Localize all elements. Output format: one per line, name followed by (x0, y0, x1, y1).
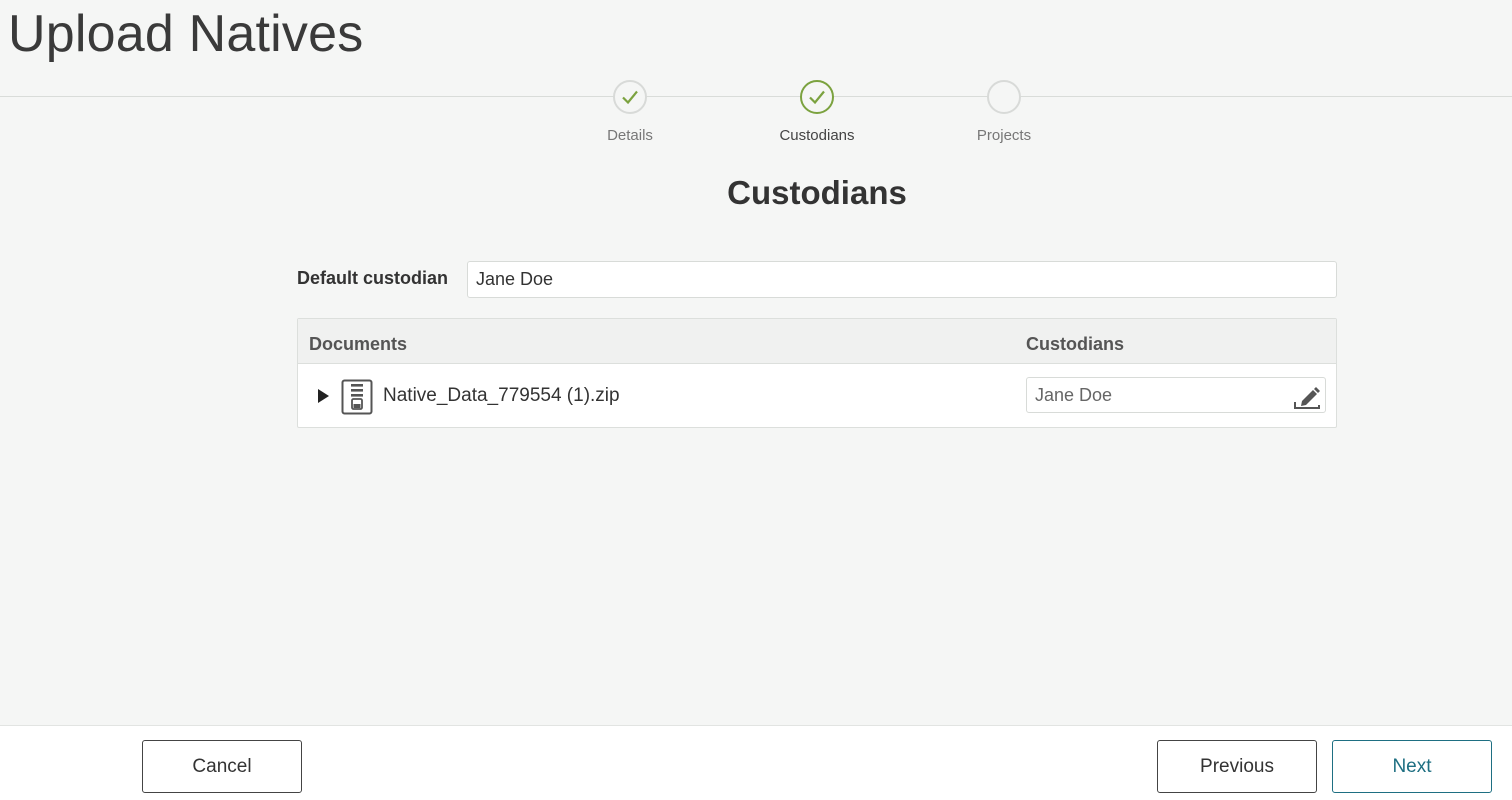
table-row: Native_Data_779554 (1).zip (298, 364, 1336, 427)
previous-button[interactable]: Previous (1157, 740, 1317, 793)
step-custodians-label: Custodians (779, 127, 855, 144)
wizard-stepper: Details Custodians Projects (0, 80, 1512, 150)
cancel-button[interactable]: Cancel (142, 740, 302, 793)
pencil-edit-icon[interactable] (1293, 382, 1321, 410)
zip-file-icon (341, 379, 373, 415)
step-projects-circle (987, 80, 1021, 114)
step-projects-label: Projects (976, 127, 1032, 144)
custodians-column-header: Custodians (1026, 334, 1125, 354)
section-title: Custodians (727, 174, 907, 211)
file-name: Native_Data_779554 (1).zip (383, 385, 620, 406)
step-custodians: Custodians (757, 80, 877, 144)
step-custodians-circle (800, 80, 834, 114)
page-title: Upload Natives (8, 5, 364, 63)
row-custodian-field (1026, 377, 1326, 413)
next-button[interactable]: Next (1332, 740, 1492, 793)
upload-natives-page: Upload Natives Details Custodians Projec… (0, 0, 1512, 800)
step-details-circle (613, 80, 647, 114)
step-details-label: Details (607, 127, 653, 144)
documents-column-header: Documents (309, 334, 408, 354)
check-icon (809, 90, 825, 105)
step-details: Details (570, 80, 690, 144)
default-custodian-label: Default custodian (297, 268, 449, 288)
wizard-footer: Cancel Previous Next (0, 725, 1512, 800)
expand-caret-icon[interactable] (316, 388, 330, 404)
step-projects: Projects (944, 80, 1064, 144)
check-icon (622, 90, 638, 105)
table-header: Documents Custodians (298, 319, 1336, 364)
row-custodian-input[interactable] (1027, 378, 1287, 412)
default-custodian-input[interactable] (467, 261, 1337, 298)
documents-table: Documents Custodians Native_Data_779554 … (297, 318, 1337, 428)
